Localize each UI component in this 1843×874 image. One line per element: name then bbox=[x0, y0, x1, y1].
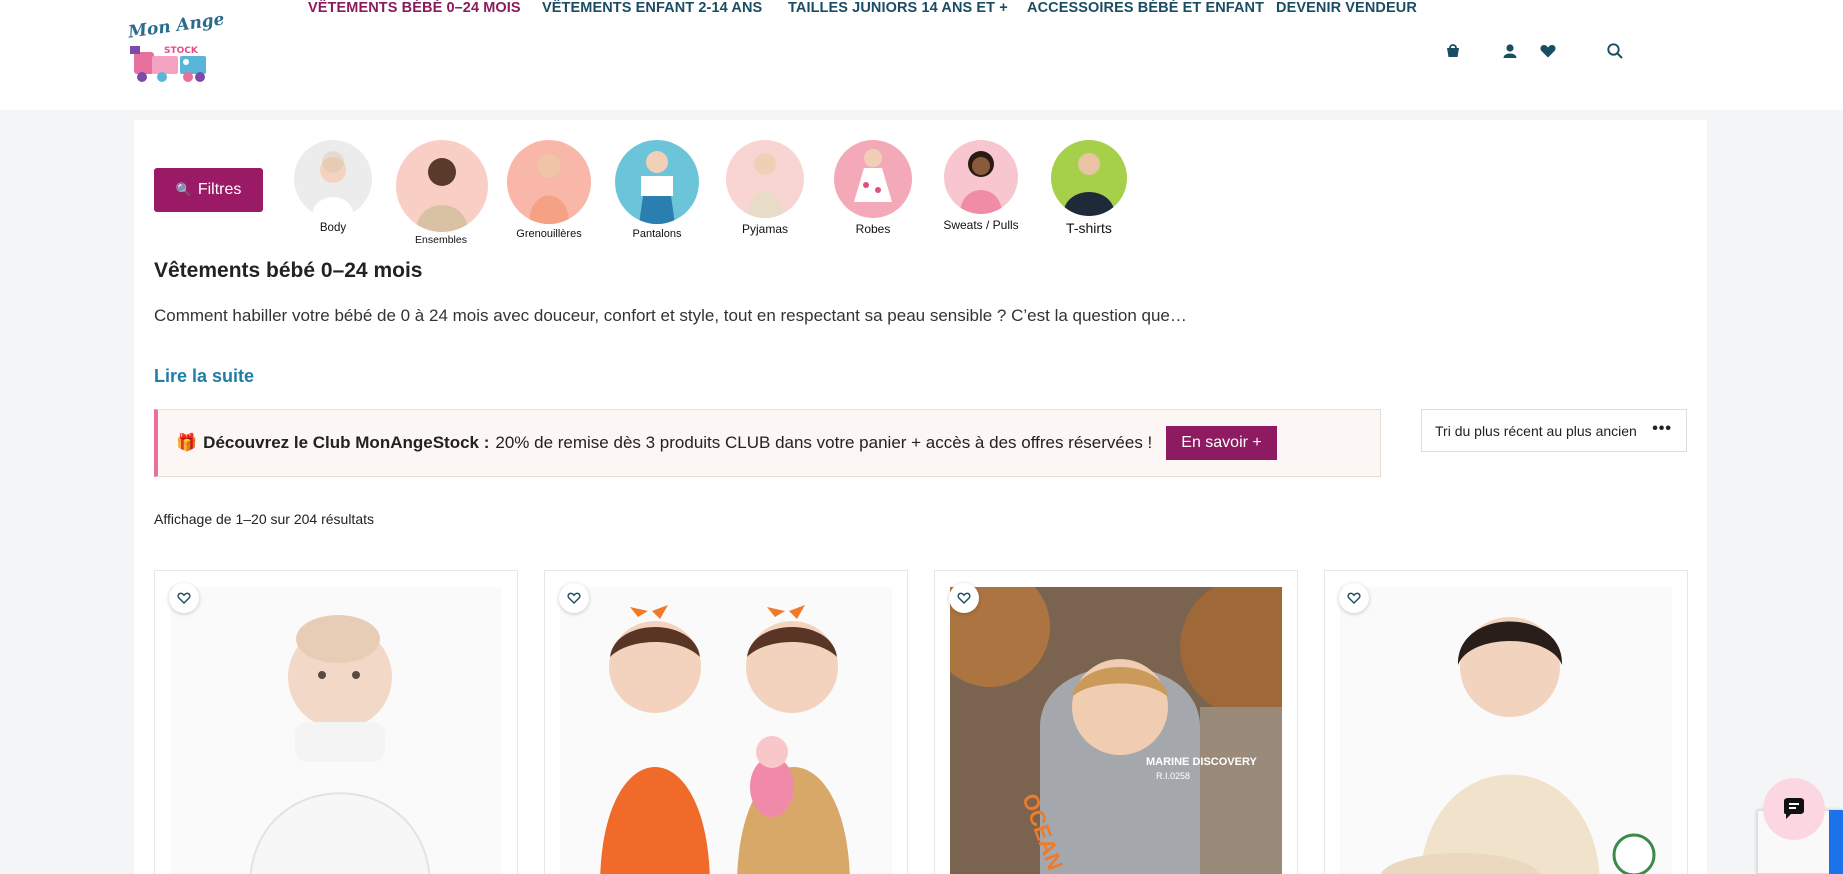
chat-bubble-button[interactable] bbox=[1763, 778, 1825, 840]
category-label: Body bbox=[319, 222, 347, 234]
search-icon: 🔍 bbox=[175, 182, 192, 197]
sweat-print-code: R.I.0258 bbox=[1156, 771, 1190, 781]
category-label: Sweats / Pulls bbox=[943, 218, 1019, 232]
sort-label: Tri du plus récent au plus ancien bbox=[1435, 422, 1637, 439]
category-label: Robes bbox=[855, 222, 891, 236]
category-label: Grenouillères bbox=[516, 228, 582, 240]
category-pyjamas[interactable]: Pyjamas bbox=[720, 140, 810, 236]
category-body-image bbox=[294, 140, 372, 218]
results-count: Affichage de 1–20 sur 204 résultats bbox=[154, 511, 375, 527]
category-sweats-image bbox=[944, 140, 1018, 214]
category-label: Pyjamas bbox=[741, 222, 788, 236]
category-pantalons-image bbox=[615, 140, 699, 224]
logo-stock-label: STOCK bbox=[164, 46, 198, 56]
club-text: 20% de remise dès 3 produits CLUB dans v… bbox=[495, 433, 1153, 452]
category-intro: Comment habiller votre bébé de 0 à 24 mo… bbox=[154, 306, 1187, 325]
category-pyjamas-image bbox=[726, 140, 804, 218]
cart-icon[interactable] bbox=[1444, 42, 1462, 60]
category-tshirts[interactable]: T-shirts bbox=[1044, 140, 1134, 236]
product-card[interactable] bbox=[1324, 570, 1688, 874]
sweat-print-text: MARINE DISCOVERY bbox=[1146, 756, 1257, 768]
more-options-icon: ••• bbox=[1652, 420, 1672, 437]
sort-select[interactable]: Tri du plus récent au plus ancien ••• bbox=[1421, 409, 1687, 452]
category-grenouilleres[interactable]: Grenouillères bbox=[504, 140, 594, 240]
nav-item-enfant[interactable]: VÊTEMENTS ENFANT 2-14 ANS bbox=[542, 0, 762, 16]
filters-label: Filtres bbox=[197, 181, 242, 198]
category-sweats[interactable]: Sweats / Pulls bbox=[936, 140, 1026, 232]
nav-item-bebe[interactable]: VÊTEMENTS BÉBÉ 0–24 MOIS bbox=[308, 0, 521, 16]
site-logo[interactable]: Mon Ange STOCK bbox=[124, 9, 226, 86]
category-label: Pantalons bbox=[632, 228, 682, 240]
filters-button[interactable]: 🔍 Filtres bbox=[154, 168, 263, 212]
category-ensembles-image bbox=[396, 140, 488, 232]
product-card[interactable] bbox=[544, 570, 908, 874]
category-grenouilleres-image bbox=[507, 140, 591, 224]
site-header: Mon Ange STOCK VÊTEMENTS BÉBÉ 0–24 MOIS … bbox=[0, 0, 1843, 110]
category-label: T-shirts bbox=[1066, 220, 1112, 236]
recaptcha-edge bbox=[1829, 810, 1843, 874]
club-learn-more-button[interactable]: En savoir + bbox=[1166, 426, 1277, 460]
read-more-link[interactable]: Lire la suite bbox=[154, 366, 254, 387]
search-icon[interactable] bbox=[1606, 42, 1624, 60]
page-title: Vêtements bébé 0–24 mois bbox=[154, 259, 423, 282]
nav-item-vendeur[interactable]: DEVENIR VENDEUR bbox=[1276, 0, 1417, 16]
product-image[interactable] bbox=[560, 587, 892, 874]
category-tshirts-image bbox=[1051, 140, 1127, 216]
club-title: Découvrez le Club MonAngeStock : bbox=[203, 433, 490, 452]
gift-icon: 🎁 bbox=[176, 433, 198, 452]
category-robes-image bbox=[834, 140, 912, 218]
product-image[interactable] bbox=[1340, 587, 1672, 874]
product-image[interactable] bbox=[170, 587, 502, 874]
nav-item-juniors[interactable]: TAILLES JUNIORS 14 ANS ET + bbox=[788, 0, 1008, 16]
product-card[interactable]: MARINE DISCOVERY R.I.0258 OCEAN bbox=[934, 570, 1298, 874]
add-to-wishlist-heart-icon[interactable] bbox=[169, 583, 199, 613]
nav-item-accessoires[interactable]: ACCESSOIRES BÉBÉ ET ENFANT bbox=[1027, 0, 1264, 16]
category-pantalons[interactable]: Pantalons bbox=[612, 140, 702, 240]
add-to-wishlist-heart-icon[interactable] bbox=[949, 583, 979, 613]
category-label: Ensembles bbox=[415, 234, 467, 246]
product-card[interactable] bbox=[154, 570, 518, 874]
category-body[interactable]: Body bbox=[288, 140, 378, 234]
club-banner: 🎁 Découvrez le Club MonAngeStock : 20% d… bbox=[154, 409, 1381, 477]
chat-icon bbox=[1784, 798, 1804, 819]
account-icon[interactable] bbox=[1501, 42, 1519, 60]
add-to-wishlist-heart-icon[interactable] bbox=[1339, 583, 1369, 613]
add-to-wishlist-heart-icon[interactable] bbox=[559, 583, 589, 613]
category-robes[interactable]: Robes bbox=[828, 140, 918, 236]
category-ensembles[interactable]: Ensembles bbox=[396, 140, 488, 246]
product-image[interactable]: MARINE DISCOVERY R.I.0258 OCEAN bbox=[950, 587, 1282, 874]
wishlist-icon[interactable] bbox=[1539, 42, 1557, 60]
logo-wordmark: Mon Ange bbox=[127, 9, 226, 43]
